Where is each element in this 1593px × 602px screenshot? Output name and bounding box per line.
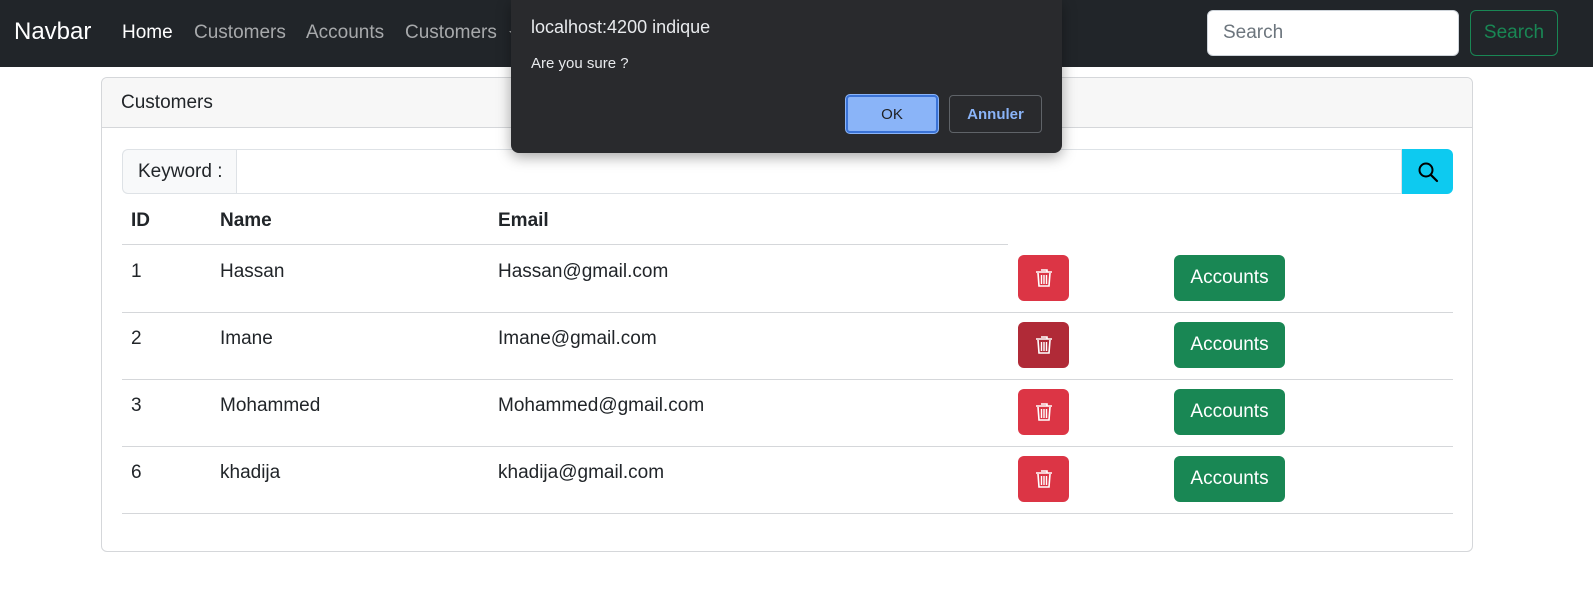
delete-button[interactable] — [1018, 389, 1069, 435]
delete-button[interactable] — [1018, 456, 1069, 502]
cell-email: Hassan@gmail.com — [498, 261, 669, 282]
confirm-dialog: localhost:4200 indique Are you sure ? OK… — [511, 0, 1062, 153]
table-row: 6 khadija khadija@gmail.com Accounts — [122, 446, 1453, 514]
navbar-brand[interactable]: Navbar — [14, 18, 91, 46]
cell-name: Imane — [220, 328, 273, 349]
cell-id: 6 — [131, 462, 142, 483]
accounts-button[interactable]: Accounts — [1174, 389, 1285, 435]
accounts-button[interactable]: Accounts — [1174, 255, 1285, 301]
keyword-search-group: Keyword : — [122, 149, 1453, 194]
nav-link-home[interactable]: Home — [122, 22, 173, 44]
card-title: Customers — [121, 91, 213, 113]
cell-id: 2 — [131, 328, 142, 349]
delete-button[interactable] — [1018, 322, 1069, 368]
keyword-input[interactable] — [236, 149, 1402, 194]
nav-search-placeholder: Search — [1223, 22, 1284, 43]
search-icon — [1418, 162, 1438, 182]
column-header-email: Email — [498, 210, 549, 231]
nav-search-input[interactable]: Search — [1207, 10, 1459, 56]
cell-name: Hassan — [220, 261, 285, 282]
accounts-button[interactable]: Accounts — [1174, 322, 1285, 368]
trash-icon — [1035, 470, 1052, 488]
trash-icon — [1035, 403, 1052, 421]
table-row: 1 Hassan Hassan@gmail.com Accounts — [122, 245, 1453, 313]
nav-link-accounts[interactable]: Accounts — [306, 22, 384, 44]
cell-email: Mohammed@gmail.com — [498, 395, 705, 416]
cell-name: Mohammed — [220, 395, 321, 416]
cell-id: 3 — [131, 395, 142, 416]
table-row: 3 Mohammed Mohammed@gmail.com Accounts — [122, 379, 1453, 447]
nav-dropdown-customers[interactable]: Customers — [405, 22, 520, 44]
dialog-cancel-button[interactable]: Annuler — [949, 95, 1042, 133]
cell-email: Imane@gmail.com — [498, 328, 657, 349]
trash-icon — [1035, 336, 1052, 354]
column-header-id: ID — [131, 210, 150, 231]
dialog-message: Are you sure ? — [531, 55, 629, 72]
nav-search-button[interactable]: Search — [1470, 10, 1558, 56]
dialog-title: localhost:4200 indique — [531, 17, 711, 37]
trash-icon — [1035, 269, 1052, 287]
column-header-name: Name — [220, 210, 272, 231]
accounts-button[interactable]: Accounts — [1174, 456, 1285, 502]
dialog-ok-button[interactable]: OK — [846, 95, 938, 133]
delete-button[interactable] — [1018, 255, 1069, 301]
nav-link-customers[interactable]: Customers — [194, 22, 286, 44]
cell-id: 1 — [131, 261, 142, 282]
cell-email: khadija@gmail.com — [498, 462, 665, 483]
table-row: 2 Imane Imane@gmail.com Accounts — [122, 312, 1453, 380]
keyword-label: Keyword : — [122, 149, 236, 194]
cell-name: khadija — [220, 462, 281, 483]
keyword-search-button[interactable] — [1402, 149, 1453, 194]
nav-dropdown-label: Customers — [405, 22, 497, 43]
